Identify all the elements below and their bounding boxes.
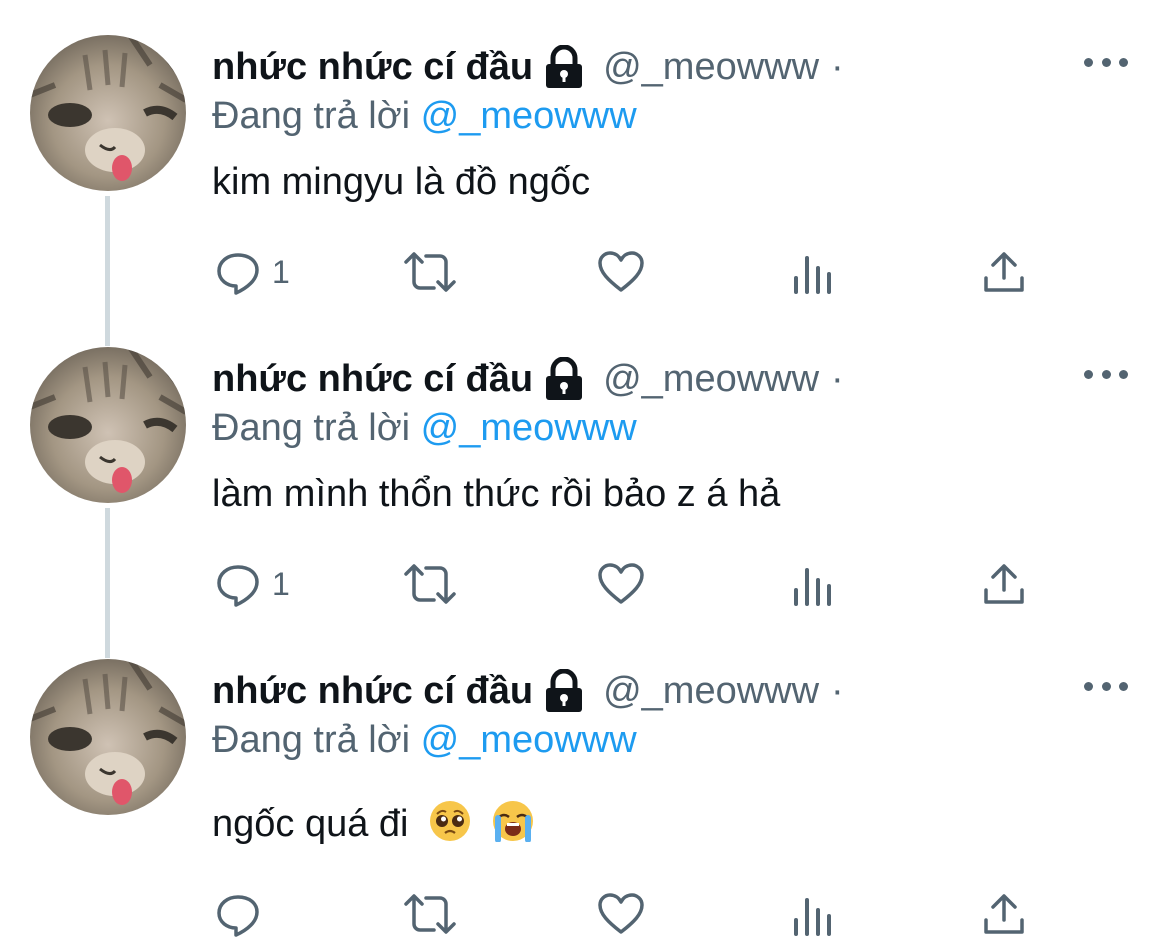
- views-button[interactable]: [792, 558, 836, 610]
- tweet-actions: 1: [0, 558, 1170, 614]
- more-icon[interactable]: [1084, 364, 1128, 384]
- display-name[interactable]: nhức nhức cí đầu: [212, 668, 533, 714]
- lock-icon: [543, 45, 585, 89]
- replying-to: Đang trả lời @_meowww: [212, 716, 637, 764]
- display-name[interactable]: nhức nhức cí đầu: [212, 356, 533, 402]
- replying-to-label: Đang trả lời: [212, 95, 411, 137]
- avatar[interactable]: [30, 35, 186, 191]
- tweet-text: kim mingyu là đồ ngốc: [212, 158, 590, 206]
- retweet-button[interactable]: [400, 246, 460, 298]
- avatar[interactable]: [30, 347, 186, 503]
- views-icon: [792, 560, 836, 608]
- share-button[interactable]: [982, 888, 1026, 940]
- separator-dot: ·: [831, 46, 844, 88]
- share-button[interactable]: [982, 246, 1026, 298]
- reply-button[interactable]: [214, 888, 272, 940]
- retweet-button[interactable]: [400, 558, 460, 610]
- like-button[interactable]: [596, 558, 646, 610]
- tweet[interactable]: nhức nhức cí đầu @_meowww · Đang trả lời…: [0, 624, 1170, 937]
- share-icon: [982, 560, 1026, 608]
- reply-count: 1: [272, 253, 290, 290]
- reply-button[interactable]: 1: [214, 558, 290, 610]
- retweet-button[interactable]: [400, 888, 460, 940]
- share-icon: [982, 890, 1026, 938]
- reply-count: 1: [272, 565, 290, 602]
- tweet-text: làm mình thổn thức rồi bảo z á hả: [212, 470, 780, 518]
- retweet-icon: [400, 248, 460, 296]
- tweet-header: nhức nhức cí đầu @_meowww ·: [212, 44, 844, 90]
- tweet-header: nhức nhức cí đầu @_meowww ·: [212, 668, 844, 714]
- tweet-header: nhức nhức cí đầu @_meowww ·: [212, 356, 844, 402]
- separator-dot: ·: [831, 670, 844, 712]
- share-icon: [982, 248, 1026, 296]
- replying-to-handle[interactable]: @_meowww: [421, 407, 637, 449]
- display-name[interactable]: nhức nhức cí đầu: [212, 44, 533, 90]
- more-icon[interactable]: [1084, 676, 1128, 696]
- like-icon: [596, 890, 646, 938]
- like-button[interactable]: [596, 888, 646, 940]
- replying-to-label: Đang trả lời: [212, 719, 411, 761]
- replying-to: Đang trả lời @_meowww: [212, 92, 637, 140]
- retweet-icon: [400, 890, 460, 938]
- user-handle[interactable]: @_meowww: [603, 356, 819, 402]
- reply-icon: [214, 248, 262, 296]
- replying-to: Đang trả lời @_meowww: [212, 404, 637, 452]
- share-button[interactable]: [982, 558, 1026, 610]
- loudly-crying-face-emoji: [492, 800, 534, 842]
- pleading-face-emoji: [429, 800, 471, 842]
- like-button[interactable]: [596, 246, 646, 298]
- lock-icon: [543, 357, 585, 401]
- replying-to-handle[interactable]: @_meowww: [421, 95, 637, 137]
- views-icon: [792, 890, 836, 938]
- views-button[interactable]: [792, 246, 836, 298]
- lock-icon: [543, 669, 585, 713]
- tweet[interactable]: nhức nhức cí đầu @_meowww · Đang trả lời…: [0, 0, 1170, 346]
- tweet-text-content: kim mingyu là đồ ngốc: [212, 161, 591, 203]
- avatar[interactable]: [30, 659, 186, 815]
- tweet-text-content: làm mình thổn thức rồi bảo z á hả: [212, 473, 781, 515]
- replying-to-handle[interactable]: @_meowww: [421, 719, 637, 761]
- reply-icon: [214, 890, 262, 938]
- replying-to-label: Đang trả lời: [212, 407, 411, 449]
- views-button[interactable]: [792, 888, 836, 940]
- tweet-text: ngốc quá đi: [212, 800, 534, 848]
- more-icon[interactable]: [1084, 52, 1128, 72]
- tweet-actions: 1: [0, 246, 1170, 302]
- separator-dot: ·: [831, 358, 844, 400]
- reply-button[interactable]: 1: [214, 246, 290, 298]
- retweet-icon: [400, 560, 460, 608]
- user-handle[interactable]: @_meowww: [603, 668, 819, 714]
- user-handle[interactable]: @_meowww: [603, 44, 819, 90]
- tweet-text-content: ngốc quá đi: [212, 803, 409, 845]
- reply-icon: [214, 560, 262, 608]
- views-icon: [792, 248, 836, 296]
- like-icon: [596, 560, 646, 608]
- tweet[interactable]: nhức nhức cí đầu @_meowww · Đang trả lời…: [0, 312, 1170, 658]
- like-icon: [596, 248, 646, 296]
- tweet-actions: [0, 888, 1170, 944]
